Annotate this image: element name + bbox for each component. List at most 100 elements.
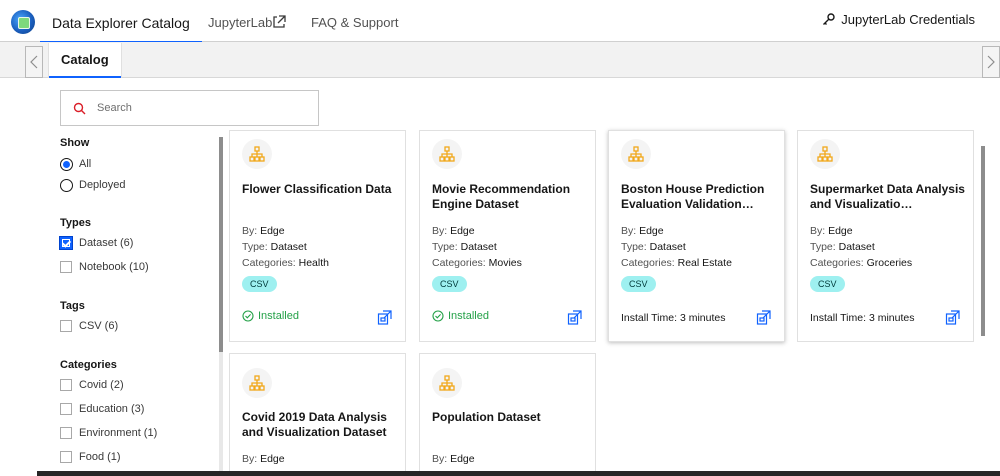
catalog-card[interactable]: Movie Recommendation Engine Dataset By: … [419, 130, 596, 342]
app-logo-icon[interactable] [11, 10, 35, 34]
filter-type-notebook[interactable]: Notebook (10) [60, 259, 149, 275]
card-title[interactable]: Covid 2019 Data Analysis and Visualizati… [242, 410, 400, 440]
install-time-value: 3 minutes [679, 312, 726, 324]
filter-option-label: Dataset (6) [79, 237, 134, 249]
card-category: Categories: Real Estate [621, 257, 732, 269]
meta-label: Categories: [810, 257, 864, 269]
meta-label: By: [242, 225, 258, 237]
meta-value: Edge [828, 225, 853, 237]
chevron-left-icon [30, 55, 38, 69]
meta-label: By: [432, 453, 448, 465]
launch-icon[interactable] [377, 309, 393, 325]
filter-option-label: All [79, 158, 92, 170]
status-label: Installed [258, 310, 299, 322]
meta-label: By: [242, 453, 258, 465]
filter-option-label: Education (3) [79, 403, 145, 415]
nav-tab-data-explorer-catalog[interactable]: Data Explorer Catalog [40, 0, 202, 43]
card-type: Type: Dataset [432, 241, 497, 253]
app-title: Data Explorer Catalog [52, 15, 190, 31]
external-link-icon[interactable] [272, 15, 286, 29]
catalog-card[interactable]: Covid 2019 Data Analysis and Visualizati… [229, 353, 406, 476]
search-input[interactable] [97, 99, 307, 117]
filter-tag-csv[interactable]: CSV (6) [60, 318, 118, 334]
meta-value: Movies [488, 257, 522, 269]
catalog-card[interactable]: Population Dataset By: Edge Type: Datase… [419, 353, 596, 476]
bottom-edge-bar [37, 471, 1000, 476]
checkbox-icon[interactable] [60, 451, 72, 463]
card-category: Categories: Movies [432, 257, 522, 269]
scroll-left-button[interactable] [25, 46, 43, 78]
launch-icon[interactable] [756, 309, 772, 325]
meta-value: Dataset [649, 241, 686, 253]
filter-tags-title: Tags [60, 300, 85, 312]
card-title[interactable]: Supermarket Data Analysis and Visualizat… [810, 182, 968, 212]
filter-category-covid[interactable]: Covid (2) [60, 377, 124, 393]
nav-tab-jupyterlab-label: JupyterLab [208, 15, 273, 30]
card-title[interactable]: Boston House Prediction Evaluation Valid… [621, 182, 779, 212]
checkbox-icon[interactable] [60, 379, 72, 391]
meta-label: Categories: [242, 257, 296, 269]
meta-value: Dataset [270, 241, 307, 253]
launch-icon[interactable] [567, 309, 583, 325]
card-author: By: Edge [621, 225, 664, 237]
filter-category-environment[interactable]: Environment (1) [60, 425, 157, 441]
launch-icon[interactable] [945, 309, 961, 325]
filter-option-label: Notebook (10) [79, 261, 149, 273]
dataset-hierarchy-icon [432, 139, 462, 169]
card-type: Type: Dataset [621, 241, 686, 253]
filter-categories-title: Categories [60, 359, 117, 371]
filter-show-title: Show [60, 137, 90, 149]
catalog-card[interactable]: Flower Classification Data By: Edge Type… [229, 130, 406, 342]
checkbox-icon[interactable] [60, 427, 72, 439]
nav-tab-jupyterlab[interactable]: JupyterLab [208, 0, 272, 42]
card-title[interactable]: Population Dataset [432, 410, 590, 425]
filter-category-food[interactable]: Food (1) [60, 449, 121, 465]
tag-badge: CSV [242, 276, 277, 292]
checkbox-icon[interactable] [60, 261, 72, 273]
radio-icon[interactable] [60, 178, 73, 192]
meta-label: Categories: [621, 257, 675, 269]
installed-status: Installed [432, 310, 489, 322]
chevron-right-icon [987, 55, 995, 69]
scroll-right-button[interactable] [982, 46, 1000, 78]
filter-show-deployed[interactable]: Deployed [60, 177, 125, 193]
card-type: Type: Dataset [810, 241, 875, 253]
filter-category-education[interactable]: Education (3) [60, 401, 144, 417]
dataset-hierarchy-icon [432, 368, 462, 398]
meta-label: Type: [621, 241, 647, 253]
dataset-hierarchy-icon [242, 139, 272, 169]
install-time: Install Time: 3 minutes [810, 312, 914, 324]
filter-option-label: Covid (2) [79, 379, 124, 391]
card-type: Type: Dataset [242, 241, 307, 253]
card-author: By: Edge [242, 453, 285, 465]
checkbox-icon[interactable] [60, 403, 72, 415]
search-box[interactable] [60, 90, 319, 126]
tag-badge: CSV [621, 276, 656, 292]
catalog-card[interactable]: Boston House Prediction Evaluation Valid… [608, 130, 785, 342]
checkbox-icon[interactable] [60, 320, 72, 332]
catalog-card[interactable]: Supermarket Data Analysis and Visualizat… [797, 130, 974, 342]
radio-selected-icon[interactable] [60, 157, 73, 171]
nav-tab-faq-support[interactable]: FAQ & Support [311, 0, 398, 42]
install-time-label: Install Time: [810, 312, 867, 324]
status-label: Installed [448, 310, 489, 322]
filter-type-dataset[interactable]: Dataset (6) [59, 235, 134, 251]
checkbox-checked-icon[interactable] [59, 236, 73, 250]
dataset-hierarchy-icon [621, 139, 651, 169]
check-circle-icon [432, 310, 444, 322]
meta-value: Dataset [460, 241, 497, 253]
card-author: By: Edge [432, 453, 475, 465]
filter-option-label: Food (1) [79, 451, 121, 463]
meta-value: Edge [260, 225, 285, 237]
jupyterlab-credentials-link[interactable]: JupyterLab Credentials [822, 12, 975, 27]
meta-label: Type: [810, 241, 836, 253]
meta-value: Edge [639, 225, 664, 237]
sidebar-scrollbar-thumb[interactable] [219, 137, 223, 352]
install-time: Install Time: 3 minutes [621, 312, 725, 324]
card-title[interactable]: Movie Recommendation Engine Dataset [432, 182, 590, 212]
dataset-hierarchy-icon [242, 368, 272, 398]
content-scrollbar-thumb[interactable] [981, 146, 985, 336]
filter-show-all[interactable]: All [60, 156, 91, 172]
card-title[interactable]: Flower Classification Data [242, 182, 400, 197]
tab-catalog[interactable]: Catalog [48, 43, 122, 78]
